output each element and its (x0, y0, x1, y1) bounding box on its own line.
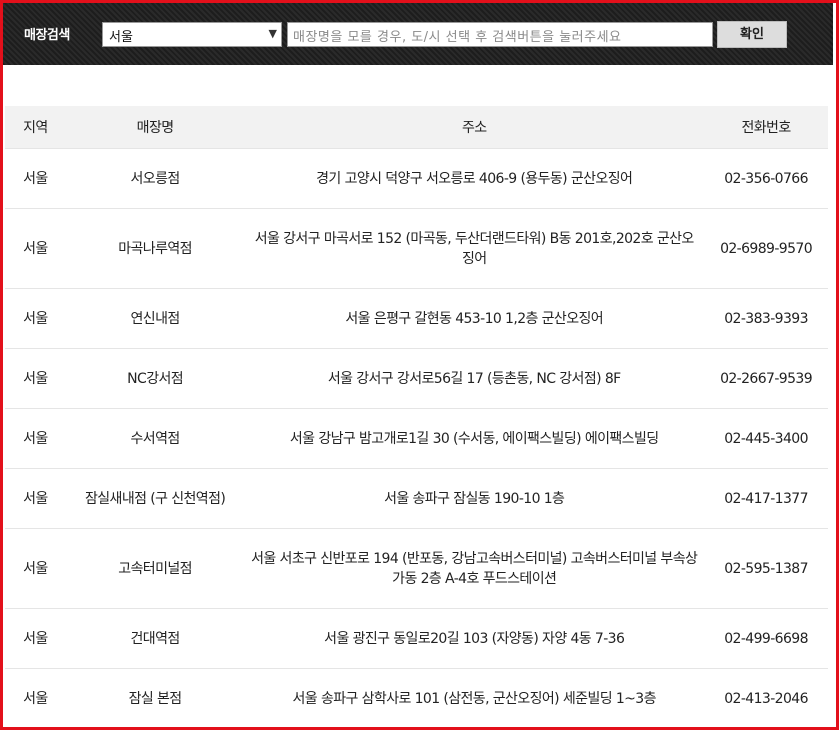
table-row: 서울 마곡나루역점 서울 강서구 마곡서로 152 (마곡동, 두산더랜드타워)… (5, 208, 828, 289)
row-address: 서울 은평구 갈현동 453-10 1,2층 군산오징어 (244, 288, 705, 349)
search-label: 매장검색 (24, 28, 70, 43)
row-region: 서울 (5, 208, 66, 289)
table-row: 서울 서오릉점 경기 고양시 덕양구 서오릉로 406-9 (용두동) 군산오징… (5, 148, 828, 209)
row-region: 서울 (5, 348, 66, 409)
header-store-name: 매장명 (65, 106, 245, 149)
region-select[interactable]: 서울 ▼ (102, 22, 282, 47)
table-row: 서울 연신내점 서울 은평구 갈현동 453-10 1,2층 군산오징어 02-… (5, 288, 828, 349)
row-address: 서울 서초구 신반포로 194 (반포동, 강남고속버스터미널) 고속버스터미널… (244, 528, 705, 609)
header-address: 주소 (244, 106, 705, 149)
store-search-bar: 매장검색 서울 ▼ 매장명을 모를 경우, 도/시 선택 후 검색버튼을 눌러주… (3, 3, 833, 65)
row-phone: 02-413-2046 (704, 668, 828, 728)
row-store-name: 잠실새내점 (구 신천역점) (65, 468, 245, 529)
confirm-button[interactable]: 확인 (717, 21, 787, 48)
row-store-name: 연신내점 (65, 288, 245, 349)
row-address: 서울 강남구 밤고개로1길 30 (수서동, 에이팩스빌딩) 에이팩스빌딩 (244, 408, 705, 469)
row-address: 경기 고양시 덕양구 서오릉로 406-9 (용두동) 군산오징어 (244, 148, 705, 209)
row-region: 서울 (5, 528, 66, 609)
row-address: 서울 광진구 동일로20길 103 (자양동) 자양 4동 7-36 (244, 608, 705, 669)
row-phone: 02-499-6698 (704, 608, 828, 669)
row-store-name: 잠실 본점 (65, 668, 245, 728)
row-phone: 02-2667-9539 (704, 348, 828, 409)
chevron-down-icon: ▼ (268, 27, 277, 40)
table-header-row: 지역 매장명 주소 전화번호 (5, 106, 828, 149)
row-store-name: NC강서점 (65, 348, 245, 409)
row-region: 서울 (5, 668, 66, 728)
row-region: 서울 (5, 148, 66, 209)
row-address: 서울 강서구 강서로56길 17 (등촌동, NC 강서점) 8F (244, 348, 705, 409)
row-region: 서울 (5, 288, 66, 349)
table-row: 서울 NC강서점 서울 강서구 강서로56길 17 (등촌동, NC 강서점) … (5, 348, 828, 409)
row-region: 서울 (5, 408, 66, 469)
row-region: 서울 (5, 608, 66, 669)
row-region: 서울 (5, 468, 66, 529)
row-store-name: 마곡나루역점 (65, 208, 245, 289)
row-store-name: 건대역점 (65, 608, 245, 669)
table-row: 서울 잠실새내점 (구 신천역점) 서울 송파구 잠실동 190-10 1층 0… (5, 468, 828, 529)
table-row: 서울 건대역점 서울 광진구 동일로20길 103 (자양동) 자양 4동 7-… (5, 608, 828, 669)
header-region: 지역 (5, 106, 66, 149)
table-row: 서울 고속터미널점 서울 서초구 신반포로 194 (반포동, 강남고속버스터미… (5, 528, 828, 609)
row-phone: 02-383-9393 (704, 288, 828, 349)
row-phone: 02-595-1387 (704, 528, 828, 609)
row-address: 서울 강서구 마곡서로 152 (마곡동, 두산더랜드타워) B동 201호,2… (244, 208, 705, 289)
row-phone: 02-417-1377 (704, 468, 828, 529)
store-name-input[interactable]: 매장명을 모를 경우, 도/시 선택 후 검색버튼을 눌러주세요 (287, 22, 713, 47)
row-phone: 02-356-0766 (704, 148, 828, 209)
table-row: 서울 수서역점 서울 강남구 밤고개로1길 30 (수서동, 에이팩스빌딩) 에… (5, 408, 828, 469)
row-address: 서울 송파구 삼학사로 101 (삼전동, 군산오징어) 세준빌딩 1~3층 (244, 668, 705, 728)
header-phone: 전화번호 (704, 106, 828, 149)
row-store-name: 수서역점 (65, 408, 245, 469)
row-phone: 02-445-3400 (704, 408, 828, 469)
row-address: 서울 송파구 잠실동 190-10 1층 (244, 468, 705, 529)
table-row: 서울 잠실 본점 서울 송파구 삼학사로 101 (삼전동, 군산오징어) 세준… (5, 668, 828, 728)
store-table: 지역 매장명 주소 전화번호 서울 서오릉점 경기 고양시 덕양구 서오릉로 4… (5, 106, 828, 728)
row-phone: 02-6989-9570 (704, 208, 828, 289)
region-select-value: 서울 (109, 30, 133, 45)
row-store-name: 서오릉점 (65, 148, 245, 209)
row-store-name: 고속터미널점 (65, 528, 245, 609)
